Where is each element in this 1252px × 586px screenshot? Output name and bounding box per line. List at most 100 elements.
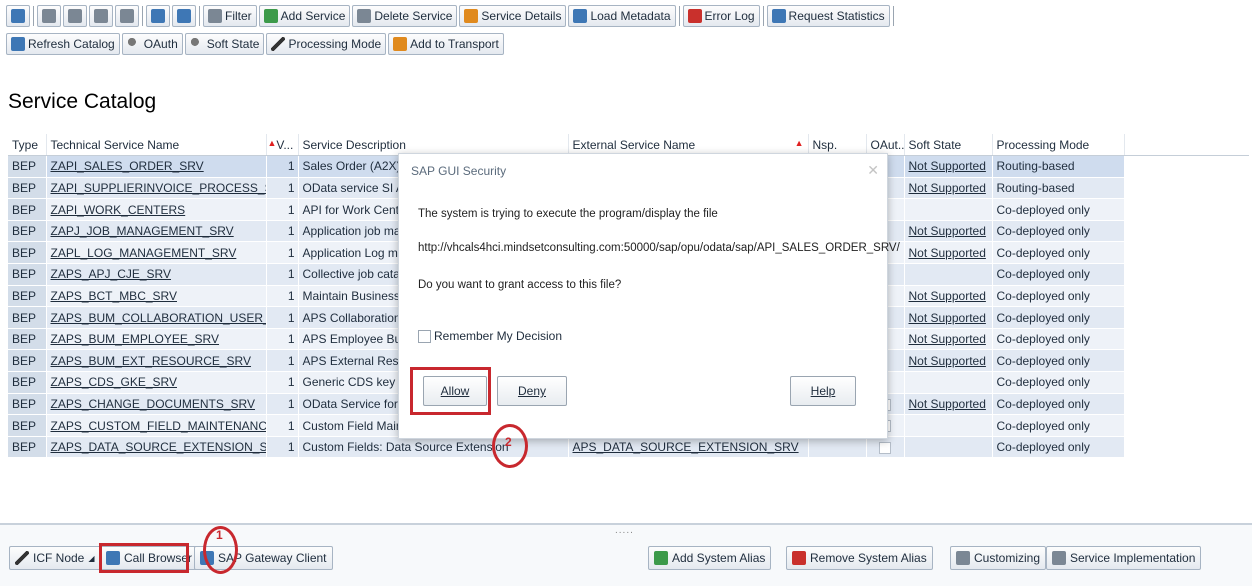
filter-button[interactable]: Filter <box>203 5 257 27</box>
cell-oauth[interactable] <box>866 436 905 459</box>
cell-soft-state[interactable]: Not Supported <box>904 177 993 200</box>
column-header-processing-mode[interactable]: Processing Mode <box>992 134 1125 157</box>
cell-technical-name[interactable]: ZAPS_BUM_COLLABORATION_USER_S... <box>46 306 267 329</box>
soft-state-link[interactable]: Not Supported <box>909 354 986 368</box>
column-header-technical-name[interactable]: Technical Service Name <box>46 134 267 157</box>
load-metadata-button[interactable]: Load Metadata <box>568 5 676 27</box>
deny-button[interactable]: Deny <box>497 376 567 406</box>
column-header-soft-state[interactable]: Soft State <box>904 134 993 157</box>
cell-technical-name[interactable]: ZAPI_WORK_CENTERS <box>46 198 267 221</box>
cell-technical-name[interactable]: ZAPI_SUPPLIERINVOICE_PROCESS_SRV <box>46 177 267 200</box>
request-statistics-button[interactable]: Request Statistics <box>766 5 890 27</box>
technical-name-link[interactable]: ZAPS_DATA_SOURCE_EXTENSION_SRV <box>51 440 266 454</box>
soft-state-link[interactable]: Not Supported <box>909 397 986 411</box>
service-details-button[interactable]: Service Details <box>459 5 567 27</box>
display-icon-button[interactable] <box>6 5 30 27</box>
soft-state-link[interactable]: Not Supported <box>909 181 986 195</box>
soft-state-button[interactable]: Soft State <box>184 33 265 55</box>
error-log-button[interactable]: Error Log <box>682 5 760 27</box>
table-row[interactable]: BEP ZAPS_DATA_SOURCE_EXTENSION_SRV 1 Custom… <box>8 436 1249 459</box>
cell-version: 1 <box>266 306 299 329</box>
technical-name-link[interactable]: ZAPS_BUM_EXT_RESOURCE_SRV <box>51 354 252 368</box>
technical-name-link[interactable]: ZAPS_BUM_EMPLOYEE_SRV <box>51 332 220 346</box>
find-next-icon-button[interactable] <box>115 5 139 27</box>
technical-name-link[interactable]: ZAPI_SUPPLIERINVOICE_PROCESS_SRV <box>51 181 266 195</box>
cell-soft-state[interactable] <box>904 414 993 437</box>
cell-soft-state[interactable]: Not Supported <box>904 285 993 308</box>
technical-name-link[interactable]: ZAPI_WORK_CENTERS <box>51 203 186 217</box>
cell-technical-name[interactable]: ZAPJ_JOB_MANAGEMENT_SRV <box>46 220 267 243</box>
external-name-link[interactable]: APS_DATA_SOURCE_EXTENSION_SRV <box>573 440 799 454</box>
cell-external-name[interactable]: APS_DATA_SOURCE_EXTENSION_SRV <box>568 436 809 459</box>
cell-technical-name[interactable]: ZAPL_LOG_MANAGEMENT_SRV <box>46 241 267 265</box>
help-button[interactable]: Help <box>790 376 856 406</box>
cell-filler <box>1124 241 1249 265</box>
column-header-version[interactable]: ▲V... <box>266 134 299 157</box>
cell-version: 1 <box>266 155 299 178</box>
soft-state-label: Soft State <box>206 37 260 51</box>
add-service-button[interactable]: Add Service <box>258 5 351 27</box>
truck-icon <box>393 37 408 51</box>
cell-soft-state[interactable]: Not Supported <box>904 241 993 265</box>
customizing-button[interactable]: Customizing <box>950 546 1047 570</box>
soft-state-link[interactable]: Not Supported <box>909 311 986 325</box>
cell-technical-name[interactable]: ZAPI_SALES_ORDER_SRV <box>46 155 267 178</box>
cell-technical-name[interactable]: ZAPS_CDS_GKE_SRV <box>46 371 267 394</box>
cell-soft-state[interactable]: Not Supported <box>904 349 993 373</box>
error-log-label: Error Log <box>704 9 755 23</box>
align-bottom-icon-button[interactable] <box>63 5 87 27</box>
technical-name-link[interactable]: ZAPS_CDS_GKE_SRV <box>51 375 178 389</box>
splitter-handle[interactable]: ..... <box>615 525 634 536</box>
delete-service-button[interactable]: Delete Service <box>352 5 458 27</box>
technical-name-link[interactable]: ZAPL_LOG_MANAGEMENT_SRV <box>51 246 237 260</box>
technical-name-link[interactable]: ZAPS_CUSTOM_FIELD_MAINTENANCE_... <box>51 419 266 433</box>
cell-soft-state[interactable]: Not Supported <box>904 328 993 351</box>
soft-state-link[interactable]: Not Supported <box>909 224 986 238</box>
remember-decision-checkbox[interactable]: Remember My Decision <box>418 329 562 343</box>
export-icon-button[interactable] <box>146 5 170 27</box>
cell-soft-state[interactable]: Not Supported <box>904 220 993 243</box>
cell-soft-state[interactable]: Not Supported <box>904 155 993 178</box>
cell-soft-state[interactable]: Not Supported <box>904 306 993 329</box>
cell-soft-state[interactable] <box>904 198 993 221</box>
oauth-button[interactable]: OAuth <box>121 33 183 55</box>
remove-system-alias-button[interactable]: Remove System Alias <box>786 546 933 570</box>
cell-soft-state[interactable]: Not Supported <box>904 393 993 416</box>
cell-type: BEP <box>8 393 47 416</box>
soft-state-link[interactable]: Not Supported <box>909 159 986 173</box>
technical-name-link[interactable]: ZAPS_APJ_CJE_SRV <box>51 267 172 281</box>
soft-state-link[interactable]: Not Supported <box>909 246 986 260</box>
align-top-icon-button[interactable] <box>37 5 61 27</box>
technical-name-link[interactable]: ZAPS_BCT_MBC_SRV <box>51 289 178 303</box>
technical-name-link[interactable]: ZAPI_SALES_ORDER_SRV <box>51 159 204 173</box>
cell-soft-state[interactable] <box>904 371 993 394</box>
cell-technical-name[interactable]: ZAPS_CUSTOM_FIELD_MAINTENANCE_... <box>46 414 267 437</box>
soft-state-link[interactable]: Not Supported <box>909 289 986 303</box>
soft-state-link[interactable]: Not Supported <box>909 332 986 346</box>
cell-technical-name[interactable]: ZAPS_BUM_EMPLOYEE_SRV <box>46 328 267 351</box>
find-icon-button[interactable] <box>89 5 113 27</box>
processing-mode-button[interactable]: Processing Mode <box>266 33 387 55</box>
oauth-checkbox[interactable] <box>879 441 891 454</box>
technical-name-link[interactable]: ZAPS_BUM_COLLABORATION_USER_S... <box>51 311 266 325</box>
icf-node-button[interactable]: ICF Node ◢ <box>9 546 101 570</box>
technical-name-link[interactable]: ZAPS_CHANGE_DOCUMENTS_SRV <box>51 397 256 411</box>
cell-soft-state[interactable] <box>904 436 993 459</box>
cell-filler <box>1124 220 1249 243</box>
column-header-type[interactable]: Type <box>8 134 47 157</box>
add-to-transport-button[interactable]: Add to Transport <box>388 33 504 55</box>
technical-name-link[interactable]: ZAPJ_JOB_MANAGEMENT_SRV <box>51 224 234 238</box>
cell-technical-name[interactable]: ZAPS_CHANGE_DOCUMENTS_SRV <box>46 393 267 416</box>
cell-technical-name[interactable]: ZAPS_BCT_MBC_SRV <box>46 285 267 308</box>
close-icon[interactable]: ✕ <box>867 162 879 179</box>
cell-technical-name[interactable]: ZAPS_APJ_CJE_SRV <box>46 263 267 286</box>
add-system-alias-button[interactable]: Add System Alias <box>648 546 772 570</box>
cell-soft-state[interactable] <box>904 263 993 286</box>
cell-technical-name[interactable]: ZAPS_DATA_SOURCE_EXTENSION_SRV <box>46 436 267 459</box>
refresh-catalog-button[interactable]: Refresh Catalog <box>6 33 120 55</box>
cell-technical-name[interactable]: ZAPS_BUM_EXT_RESOURCE_SRV <box>46 349 267 373</box>
cell-filler <box>1124 393 1249 416</box>
align-bottom-icon <box>68 9 82 23</box>
layout-icon-button[interactable] <box>172 5 196 27</box>
service-implementation-button[interactable]: Service Implementation <box>1046 546 1202 570</box>
